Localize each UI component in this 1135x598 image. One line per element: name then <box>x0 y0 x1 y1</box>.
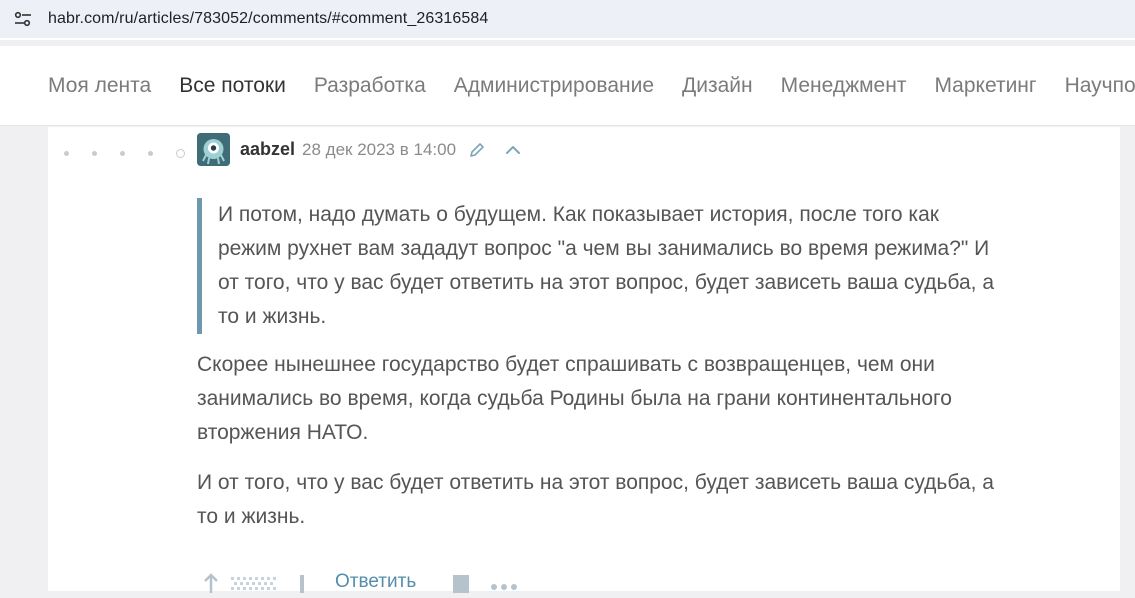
thread-dot[interactable] <box>64 151 69 156</box>
nav-item-administration[interactable]: Администрирование <box>454 74 654 98</box>
comment-actions: Ответить <box>201 571 518 593</box>
comment-timestamp[interactable]: 28 дек 2023 в 14:00 <box>302 140 456 160</box>
nav-item-popsci[interactable]: Научпоп <box>1065 74 1135 98</box>
url-text[interactable]: habr.com/ru/articles/783052/comments/#co… <box>48 10 488 28</box>
nav-item-all-flows[interactable]: Все потоки <box>179 74 286 98</box>
nav-item-design[interactable]: Дизайн <box>682 74 753 98</box>
browser-address-bar: habr.com/ru/articles/783052/comments/#co… <box>0 0 1135 40</box>
avatar[interactable] <box>197 133 230 166</box>
reply-button[interactable]: Ответить <box>335 571 416 593</box>
more-icon[interactable] <box>490 571 518 598</box>
comment-quote: И потом, надо думать о будущем. Как пока… <box>197 198 1097 334</box>
address-field[interactable]: habr.com/ru/articles/783052/comments/#co… <box>0 0 1135 38</box>
comment-paragraph: И от того, что у вас будет ответить на э… <box>197 471 994 528</box>
comment-meta: aabzel 28 дек 2023 в 14:00 <box>197 133 540 166</box>
comment-author[interactable]: aabzel <box>240 139 295 160</box>
pencil-icon[interactable] <box>468 141 486 159</box>
arrow-up-icon[interactable] <box>201 571 221 598</box>
nav-item-development[interactable]: Разработка <box>314 74 426 98</box>
chevron-up-icon[interactable] <box>504 141 522 159</box>
rating-placeholder <box>231 571 277 598</box>
page-margin <box>1120 127 1135 591</box>
arrow-down-icon[interactable] <box>297 571 307 598</box>
thread-indicator[interactable] <box>64 149 185 158</box>
thread-current-marker <box>176 149 185 158</box>
thread-dot[interactable] <box>92 151 97 156</box>
thread-dot[interactable] <box>148 151 153 156</box>
flows-nav: Моя лента Все потоки Разработка Админист… <box>0 46 1135 126</box>
nav-item-my-feed[interactable]: Моя лента <box>48 74 151 98</box>
nav-item-management[interactable]: Менеджмент <box>781 74 907 98</box>
thread-dot[interactable] <box>120 151 125 156</box>
nav-item-marketing[interactable]: Маркетинг <box>934 74 1036 98</box>
site-settings-icon[interactable] <box>12 8 34 30</box>
comment-card: aabzel 28 дек 2023 в 14:00 И потом, надо… <box>48 127 1120 593</box>
bookmark-icon[interactable] <box>452 571 470 598</box>
comment-paragraph: Скорее нынешнее государство будет спраши… <box>197 353 952 444</box>
